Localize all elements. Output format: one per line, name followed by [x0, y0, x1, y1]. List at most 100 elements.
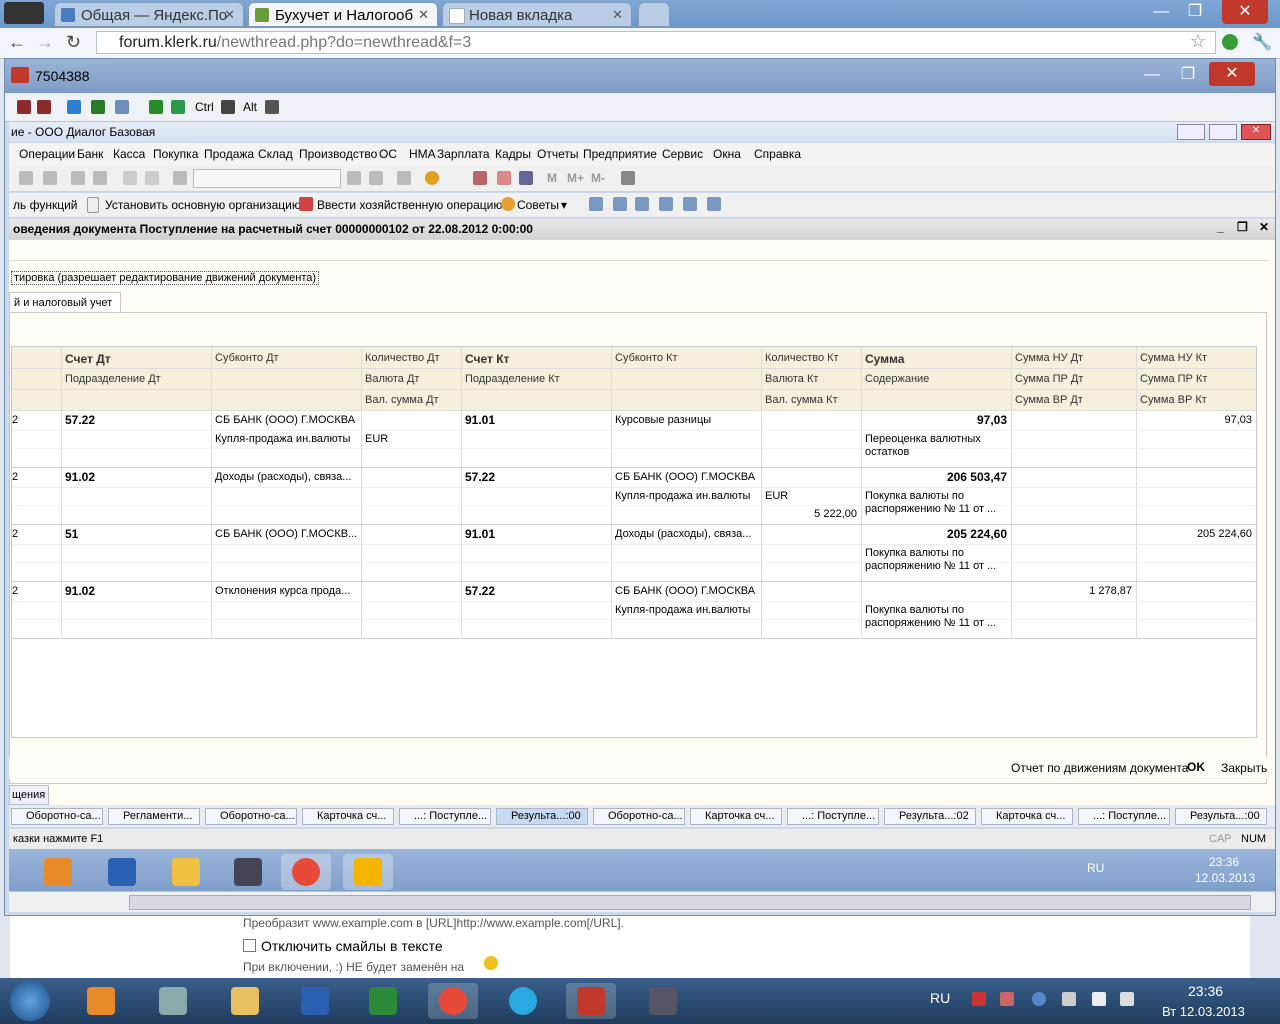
- cell-n[interactable]: 2: [12, 528, 18, 540]
- skype-icon[interactable]: [498, 983, 548, 1019]
- tab-klerk[interactable]: Бухучет и Налогооб ✕: [248, 2, 438, 27]
- column-header[interactable]: Сумма ПР Кт: [1140, 373, 1207, 385]
- menu-1[interactable]: Банк: [77, 147, 103, 161]
- cell-sub_kt2[interactable]: Купля-продажа ин.валюты: [615, 490, 750, 502]
- close-button[interactable]: Закрыть: [1221, 761, 1267, 775]
- window-task-item[interactable]: Результа...:00: [1175, 808, 1267, 825]
- clock-date[interactable]: Вт 12.03.2013: [1162, 1004, 1245, 1019]
- acrobat-tray-icon[interactable]: [972, 992, 986, 1006]
- settings-icon[interactable]: [621, 171, 635, 185]
- cell-acc_kt[interactable]: 91.01: [465, 527, 495, 541]
- close-window-icon[interactable]: ✕: [1222, 0, 1268, 24]
- calculator-icon[interactable]: [473, 171, 487, 185]
- column-header[interactable]: Вал. сумма Кт: [765, 394, 838, 406]
- tool-icon[interactable]: [37, 100, 51, 114]
- menu-11[interactable]: Отчеты: [537, 147, 578, 161]
- app-1c-icon[interactable]: [343, 854, 393, 890]
- cell-acc_dt[interactable]: 51: [65, 527, 78, 541]
- flag-tray-icon[interactable]: [1092, 992, 1106, 1006]
- cell-sub_kt2[interactable]: Купля-продажа ин.валюты: [615, 604, 750, 616]
- column-header[interactable]: Счет Кт: [465, 352, 509, 366]
- undo-icon[interactable]: [123, 171, 137, 185]
- expand-icon[interactable]: [149, 100, 163, 114]
- tool-icon[interactable]: [17, 100, 31, 114]
- extension-icon[interactable]: [1222, 34, 1238, 50]
- cell-desc1[interactable]: Покупка валюты по: [865, 490, 964, 502]
- column-header[interactable]: Сумма ВР Кт: [1140, 394, 1207, 406]
- cell-nu_kt[interactable]: 97,03: [1136, 414, 1252, 426]
- monitor-icon[interactable]: [115, 100, 129, 114]
- functions-panel-button[interactable]: ль функций: [13, 198, 77, 212]
- ctrl-label[interactable]: Ctrl: [195, 100, 214, 114]
- user-icon[interactable]: [519, 171, 533, 185]
- cell-desc2[interactable]: распоряжению № 11 от ...: [865, 560, 996, 572]
- tool-app-icon[interactable]: [223, 854, 273, 890]
- set-org-button[interactable]: Установить основную организацию: [105, 198, 301, 212]
- inner-minimize-icon[interactable]: [1177, 124, 1205, 140]
- world-of-tanks-icon[interactable]: [638, 983, 688, 1019]
- cell-cur_kt[interactable]: EUR: [765, 490, 788, 502]
- cell-sub_kt1[interactable]: СБ БАНК (ООО) Г.МОСКВА: [615, 585, 755, 597]
- table-icon[interactable]: [589, 197, 603, 211]
- window-task-item[interactable]: Результа...:00: [496, 808, 588, 825]
- menu-4[interactable]: Продажа: [204, 147, 254, 161]
- report-icon[interactable]: [707, 197, 721, 211]
- cell-sum[interactable]: 205 224,60: [861, 527, 1007, 541]
- window-task-item[interactable]: ...: Поступле...: [399, 808, 491, 825]
- media-player-icon[interactable]: [76, 983, 126, 1019]
- reload-icon[interactable]: ↻: [66, 32, 81, 53]
- column-header[interactable]: Количество Дт: [365, 352, 440, 364]
- chevron-down-icon[interactable]: ▾: [561, 198, 567, 212]
- smilies-checkbox[interactable]: [243, 939, 256, 952]
- scroll-thumb[interactable]: [129, 895, 1251, 910]
- lang-indicator[interactable]: RU: [930, 990, 950, 1006]
- app-maximize-icon[interactable]: ❐: [1171, 63, 1205, 87]
- cell-sub_kt1[interactable]: Доходы (расходы), связа...: [615, 528, 751, 540]
- new-tab-button[interactable]: [638, 2, 670, 27]
- tab-yandex[interactable]: Общая — Яндекс.По ✕: [54, 2, 244, 27]
- tips-button[interactable]: Советы: [517, 198, 559, 212]
- app-1c-icon[interactable]: [566, 983, 616, 1019]
- cell-sub_dt1[interactable]: Доходы (расходы), связа...: [215, 471, 351, 483]
- clock-time[interactable]: 23:36: [1188, 983, 1223, 999]
- ok-button[interactable]: OK: [1187, 760, 1205, 774]
- calendar-icon[interactable]: [497, 171, 511, 185]
- url-input[interactable]: forum.klerk.ru/newthread.php?do=newthrea…: [96, 31, 1216, 54]
- volume-tray-icon[interactable]: [1120, 992, 1134, 1006]
- cell-val_kt[interactable]: 5 222,00: [761, 508, 857, 520]
- column-header[interactable]: Вал. сумма Дт: [365, 394, 439, 406]
- left-side-tab[interactable]: щения: [9, 785, 49, 805]
- smilies-checkbox-label[interactable]: Отключить смайлы в тексте: [261, 938, 443, 954]
- tab-new[interactable]: Новая вкладка ✕: [442, 2, 632, 27]
- menu-15[interactable]: Справка: [754, 147, 801, 161]
- cell-desc1[interactable]: Покупка валюты по: [865, 604, 964, 616]
- cell-sub_dt1[interactable]: Отклонения курса прода...: [215, 585, 350, 597]
- phone-icon[interactable]: [91, 100, 105, 114]
- update-tray-icon[interactable]: [1032, 992, 1046, 1006]
- cell-desc2[interactable]: распоряжению № 11 от ...: [865, 503, 996, 515]
- calculator-icon[interactable]: [148, 983, 198, 1019]
- column-header[interactable]: Сумма НУ Кт: [1140, 352, 1207, 364]
- window-task-item[interactable]: Карточка сч...: [981, 808, 1073, 825]
- close-icon[interactable]: ✕: [612, 7, 623, 23]
- window-task-item[interactable]: Карточка сч...: [690, 808, 782, 825]
- people-icon[interactable]: [659, 197, 673, 211]
- column-header[interactable]: Сумма: [865, 352, 904, 366]
- column-header[interactable]: Подразделение Кт: [465, 373, 560, 385]
- forward-icon[interactable]: →: [36, 32, 54, 53]
- excel-icon[interactable]: [358, 983, 408, 1019]
- chrome-icon[interactable]: [428, 983, 478, 1019]
- menu-14[interactable]: Окна: [713, 147, 741, 161]
- column-header[interactable]: Содержание: [865, 373, 929, 385]
- tab-tax-accounting[interactable]: й и налоговый учет: [9, 292, 121, 312]
- column-header[interactable]: Счет Дт: [65, 352, 111, 366]
- column-header[interactable]: Сумма ВР Дт: [1015, 394, 1083, 406]
- menu-13[interactable]: Сервис: [662, 147, 703, 161]
- cell-acc_kt[interactable]: 57.22: [465, 470, 495, 484]
- minimize-icon[interactable]: —: [1144, 0, 1178, 24]
- memory-mminus[interactable]: M-: [591, 171, 605, 185]
- info-icon[interactable]: [425, 171, 439, 185]
- enter-operation-button[interactable]: Ввести хозяйственную операцию: [317, 198, 502, 212]
- column-header[interactable]: Субконто Дт: [215, 352, 279, 364]
- people-icon[interactable]: [635, 197, 649, 211]
